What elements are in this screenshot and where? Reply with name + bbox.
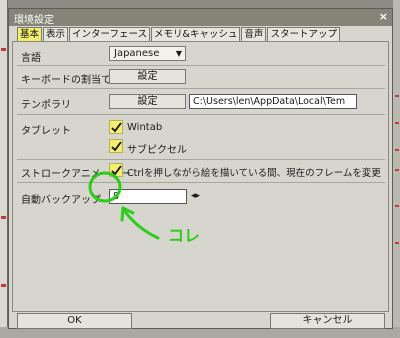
tab-startup[interactable]: スタートアップ — [267, 27, 340, 41]
language-select[interactable]: Japanese ▼ — [109, 46, 186, 61]
cancel-button[interactable]: キャンセル — [270, 313, 385, 329]
stroke-animator-checkbox[interactable] — [109, 163, 123, 177]
background-mark — [395, 169, 399, 171]
temp-settings-button[interactable]: 設定 — [109, 94, 186, 109]
tab-memory-cache[interactable]: メモリ&キャッシュ — [151, 27, 241, 41]
temp-path-field[interactable]: C:\Users\len\AppData\Local\Tem — [189, 94, 357, 109]
tab-display[interactable]: 表示 — [43, 27, 69, 41]
checkmark-icon — [111, 165, 122, 176]
background-mark — [395, 95, 399, 97]
background-mark — [1, 216, 6, 219]
divider — [17, 65, 385, 66]
language-label: 言語 — [21, 53, 41, 64]
chevron-down-icon: ▼ — [175, 49, 182, 58]
background-mark — [395, 242, 399, 244]
tab-audio[interactable]: 音声 — [241, 27, 267, 41]
keyboard-settings-button[interactable]: 設定 — [109, 69, 186, 84]
divider — [17, 88, 385, 89]
background-mark — [1, 48, 6, 51]
annotation-label: コレ — [168, 226, 201, 245]
wintab-label: Wintab — [127, 122, 163, 133]
tab-bar: 基本 表示 インターフェース メモリ&キャッシュ 音声 スタートアップ — [17, 27, 341, 41]
spin-arrows-icon[interactable]: ◂▸ — [191, 191, 200, 201]
background-app-left — [0, 0, 8, 338]
tablet-label: タブレット — [21, 126, 71, 137]
tab-interface[interactable]: インターフェース — [69, 27, 150, 41]
dialog-title: 環境設定 — [14, 15, 54, 26]
divider — [17, 114, 385, 115]
settings-panel: 言語 Japanese ▼ キーボードの割当て 設定 テンポラリ 設定 C:\U… — [12, 41, 389, 312]
subpixel-checkbox[interactable] — [109, 139, 123, 153]
wintab-checkbox[interactable] — [109, 120, 123, 134]
background-mark — [395, 149, 399, 151]
stroke-animator-option-label: Ctrlを押しながら絵を描いている間、現在のフレームを変更 — [127, 168, 381, 179]
background-mark — [1, 284, 6, 287]
background-app-right — [393, 0, 400, 338]
autobackup-label: 自動バックアップ — [21, 195, 101, 206]
background-mark — [395, 122, 399, 124]
tab-basic[interactable]: 基本 — [17, 27, 43, 41]
dialog-titlebar[interactable]: 環境設定 × — [9, 9, 392, 26]
language-select-value: Japanese — [114, 48, 160, 59]
close-icon[interactable]: × — [379, 10, 388, 23]
keyboard-label: キーボードの割当て — [21, 75, 111, 86]
checkmark-icon — [111, 141, 122, 152]
background-mark — [395, 205, 399, 207]
divider — [17, 159, 385, 160]
ok-button[interactable]: OK — [17, 313, 132, 329]
autobackup-field[interactable]: 8 — [109, 189, 187, 204]
divider — [17, 182, 385, 183]
checkmark-icon — [111, 122, 122, 133]
subpixel-label: サブピクセル — [127, 145, 187, 156]
preferences-dialog: 環境設定 × 基本 表示 インターフェース メモリ&キャッシュ 音声 スタートア… — [8, 8, 393, 329]
temp-label: テンポラリ — [21, 100, 71, 111]
